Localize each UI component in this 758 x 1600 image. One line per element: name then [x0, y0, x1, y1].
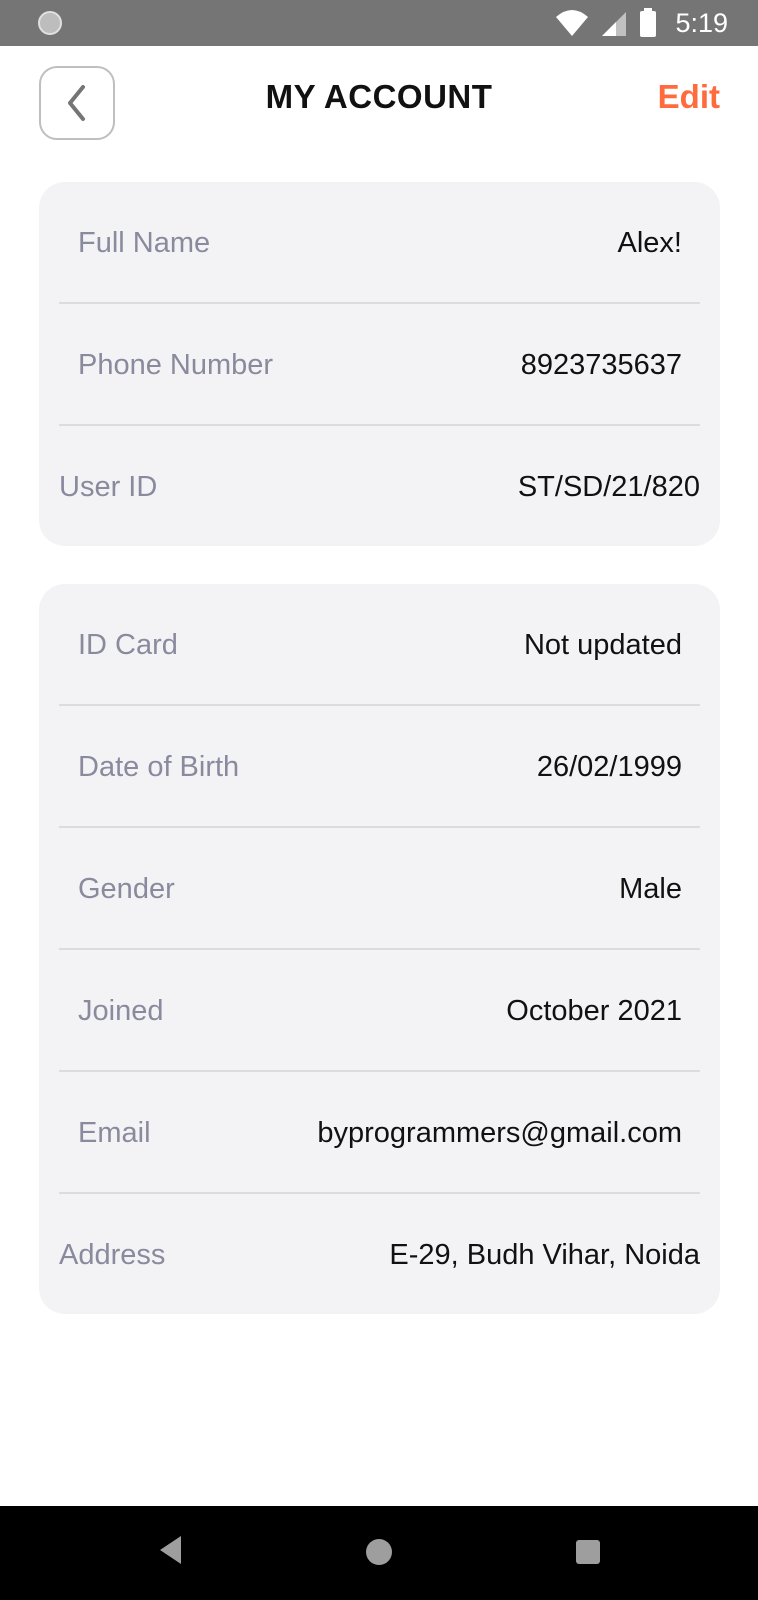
id-card-value: Not updated [523, 628, 682, 661]
header: MY ACCOUNT Edit [0, 46, 758, 166]
email-row: Email byprogrammers@gmail.com [39, 1072, 720, 1194]
dob-row: Date of Birth 26/02/1999 [39, 706, 720, 828]
email-value: byprogrammers@gmail.com [317, 1116, 682, 1149]
status-bar: 5:19 [0, 0, 758, 46]
joined-label: Joined [78, 994, 164, 1027]
edit-button[interactable]: Edit [658, 78, 720, 116]
joined-row: Joined October 2021 [39, 950, 720, 1072]
page-title: MY ACCOUNT [265, 78, 493, 115]
joined-value: October 2021 [506, 994, 682, 1027]
address-label: Address [59, 1238, 166, 1271]
gender-value: Male [619, 872, 682, 905]
phone-row: Phone Number 8923735637 [39, 304, 720, 426]
full-name-value: Alex! [617, 226, 682, 259]
status-time: 5:19 [675, 7, 728, 38]
wifi-icon [556, 10, 589, 36]
nav-home-icon[interactable] [366, 1539, 392, 1565]
signal-icon [602, 12, 627, 36]
email-label: Email [78, 1116, 151, 1149]
personal-info-card: Full Name Alex! Phone Number 8923735637 … [39, 182, 720, 546]
battery-icon [640, 8, 657, 37]
full-name-label: Full Name [78, 226, 211, 259]
id-card-row: ID Card Not updated [39, 584, 720, 706]
nav-back-icon[interactable] [157, 1534, 183, 1566]
notification-icon [38, 11, 62, 35]
system-nav-bar [0, 1506, 758, 1600]
gender-label: Gender [78, 872, 175, 905]
phone-label: Phone Number [78, 348, 274, 381]
id-card-label: ID Card [78, 628, 178, 661]
user-id-label: User ID [59, 470, 158, 503]
user-id-row: User ID ST/SD/21/820 [39, 426, 720, 548]
dob-value: 26/02/1999 [536, 750, 682, 783]
full-name-row: Full Name Alex! [39, 182, 720, 304]
dob-label: Date of Birth [78, 750, 240, 783]
phone-value: 8923735637 [520, 348, 682, 381]
details-card: ID Card Not updated Date of Birth 26/02/… [39, 584, 720, 1314]
gender-row: Gender Male [39, 828, 720, 950]
address-row: Address E-29, Budh Vihar, Noida [39, 1194, 720, 1316]
address-value: E-29, Budh Vihar, Noida [389, 1238, 700, 1271]
user-id-value: ST/SD/21/820 [517, 470, 700, 503]
nav-recent-icon[interactable] [576, 1540, 600, 1564]
